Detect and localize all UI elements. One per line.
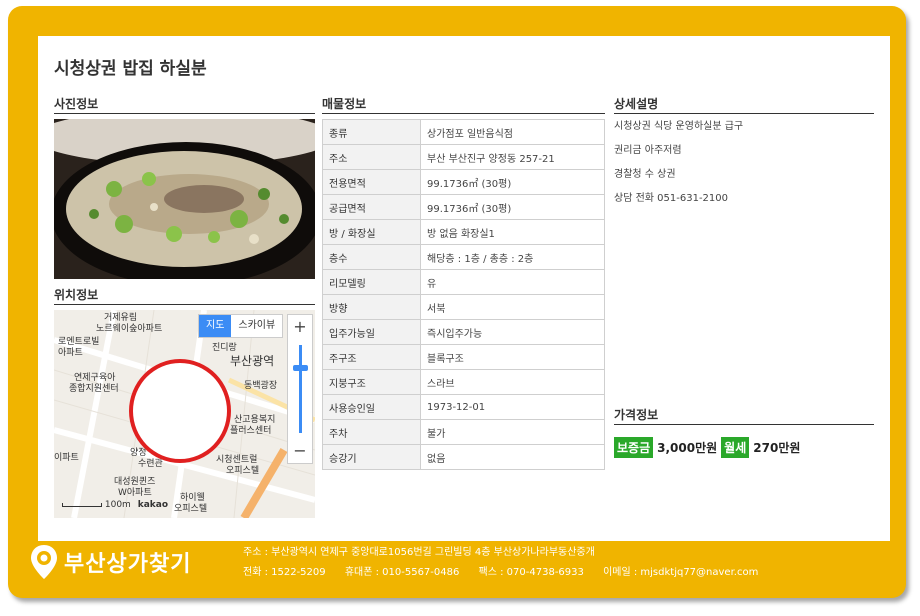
deposit-value: 3,000만원 (657, 441, 718, 455)
map-label: 진디랑 (212, 343, 237, 353)
property-row: 입주가능일 즉시입주가능 (322, 319, 605, 345)
detail-line: 경찰청 수 상권 (614, 169, 676, 180)
property-value: 서북 (420, 294, 605, 320)
footer-address: 주소 : 부산광역시 연제구 중앙대로1056번길 그린빌딩 4층 부산상가나라… (243, 547, 595, 558)
footer-fax: 팩스 : 070-4738-6933 (478, 567, 584, 578)
map-view-button[interactable]: 지도 (199, 315, 232, 337)
property-value: 해당층 : 1층 / 총층 : 2층 (420, 244, 605, 270)
map-label: 아파트 (58, 348, 83, 358)
rent-value: 270만원 (753, 441, 801, 455)
soup-photo-illustration (54, 119, 315, 279)
detail-line: 시청상권 식당 운영하실분 급구 (614, 121, 744, 132)
detail-line: 권리금 아주저렴 (614, 145, 682, 156)
property-key: 지붕구조 (322, 369, 421, 395)
deposit-badge: 보증금 (614, 437, 654, 458)
property-table: 종류 상가점포 일반음식점 주소 부산 부산진구 양정동 257-21 전용면적 99.1… (322, 119, 605, 470)
property-row: 공급면적 99.1736㎡ (30평) (322, 194, 605, 220)
kakao-logo: kakao (137, 500, 169, 510)
property-key: 주구조 (322, 344, 421, 370)
price-section-heading: 가격정보 (614, 409, 874, 425)
property-key: 주차 (322, 419, 421, 445)
property-value: 부산 부산진구 양정동 257-21 (420, 144, 605, 170)
location-marker-circle (129, 359, 231, 463)
map-label: W아파트 (118, 488, 152, 498)
zoom-control[interactable]: + − (287, 314, 313, 464)
property-key: 사용승인일 (322, 394, 421, 420)
footer-info: 주소 : 부산광역시 연제구 중앙대로1056번길 그린빌딩 4층 부산상가나라… (243, 546, 758, 586)
property-value: 99.1736㎡ (30평) (420, 169, 605, 195)
page-frame: 시청상권 밥집 하실분 사진정보 위치정보 거제유림 노르웨이숲아파트 부산광역… (8, 6, 906, 598)
footer-email[interactable]: 이메일 : mjsdktjq77@naver.com (603, 567, 758, 578)
price-info: 보증금 3,000만원 월세 270만원 (614, 437, 800, 458)
property-value: 상가점포 일반음식점 (420, 119, 605, 145)
property-row: 방 / 화장실 방 없음 화장실1 (322, 219, 605, 245)
property-row: 주구조 블록구조 (322, 344, 605, 370)
property-row: 방향 서북 (322, 294, 605, 320)
detail-section-heading: 상세설명 (614, 98, 874, 114)
map-label: 종합지원센터 (69, 384, 119, 394)
property-row: 사용승인일 1973-12-01 (322, 394, 605, 420)
page-title: 시청상권 밥집 하실분 (54, 59, 207, 79)
property-row: 승강기 없음 (322, 444, 605, 470)
property-key: 리모델링 (322, 269, 421, 295)
property-row: 종류 상가점포 일반음식점 (322, 119, 605, 145)
rent-badge: 월세 (721, 437, 750, 458)
location-pin-icon (31, 545, 57, 579)
zoom-out-button[interactable]: − (288, 439, 312, 463)
map-label: 플러스센터 (230, 426, 272, 436)
map-scale: 100m kakao (62, 500, 168, 510)
zoom-slider-track (299, 345, 302, 433)
property-value: 즉시입주가능 (420, 319, 605, 345)
footer-mobile: 휴대폰 : 010-5567-0486 (344, 567, 460, 578)
photo-section-heading: 사진정보 (54, 98, 315, 114)
footer-phone: 전화 : 1522-5209 (243, 567, 326, 578)
logo-text: 부산상가찾기 (64, 552, 192, 577)
zoom-in-button[interactable]: + (288, 315, 312, 339)
location-section-heading: 위치정보 (54, 289, 315, 305)
property-row: 주차 불가 (322, 419, 605, 445)
property-key: 공급면적 (322, 194, 421, 220)
footer-contacts: 전화 : 1522-5209 휴대폰 : 010-5567-0486 팩스 : … (243, 566, 758, 586)
property-key: 층수 (322, 244, 421, 270)
property-row: 층수 해당층 : 1층 / 총층 : 2층 (322, 244, 605, 270)
property-key: 방향 (322, 294, 421, 320)
location-map[interactable]: 거제유림 노르웨이숲아파트 부산광역 진디랑 로엔트로빌 아파트 연제구육아 종… (54, 310, 315, 518)
property-key: 입주가능일 (322, 319, 421, 345)
property-value: 방 없음 화장실1 (420, 219, 605, 245)
property-key: 방 / 화장실 (322, 219, 421, 245)
detail-description: 시청상권 식당 운영하실분 급구 권리금 아주저렴 경찰청 수 상권 상담 전화… (614, 119, 876, 215)
property-value: 불가 (420, 419, 605, 445)
scale-label: 100m (104, 500, 131, 510)
content-panel: 시청상권 밥집 하실분 사진정보 위치정보 거제유림 노르웨이숲아파트 부산광역… (38, 36, 890, 541)
zoom-slider-handle[interactable] (293, 365, 308, 371)
property-value: 99.1736㎡ (30평) (420, 194, 605, 220)
map-type-toggle[interactable]: 지도 스카이뷰 (198, 314, 284, 338)
zoom-slider[interactable] (288, 339, 312, 439)
property-value: 블록구조 (420, 344, 605, 370)
property-key: 주소 (322, 144, 421, 170)
property-row: 주소 부산 부산진구 양정동 257-21 (322, 144, 605, 170)
property-key: 전용면적 (322, 169, 421, 195)
map-label: 이파트 (54, 453, 79, 463)
property-row: 리모델링 유 (322, 269, 605, 295)
property-photo (54, 119, 315, 279)
skyview-button[interactable]: 스카이뷰 (231, 315, 282, 337)
detail-line: 상담 전화 051-631-2100 (614, 193, 728, 204)
property-section-heading: 매물정보 (322, 98, 605, 114)
map-label: 노르웨이숲아파트 (96, 324, 163, 334)
property-value: 1973-12-01 (420, 394, 605, 420)
map-label: 오피스텔 (226, 466, 260, 476)
site-logo[interactable]: 부산상가찾기 (30, 544, 191, 580)
property-value: 없음 (420, 444, 605, 470)
property-value: 유 (420, 269, 605, 295)
scale-bar (62, 503, 102, 507)
property-row: 전용면적 99.1736㎡ (30평) (322, 169, 605, 195)
map-label: 동백광장 (244, 381, 278, 391)
map-label: 부산광역 (230, 354, 275, 368)
map-label: 오피스텔 (174, 504, 208, 514)
property-key: 종류 (322, 119, 421, 145)
property-key: 승강기 (322, 444, 421, 470)
property-value: 스라브 (420, 369, 605, 395)
property-row: 지붕구조 스라브 (322, 369, 605, 395)
